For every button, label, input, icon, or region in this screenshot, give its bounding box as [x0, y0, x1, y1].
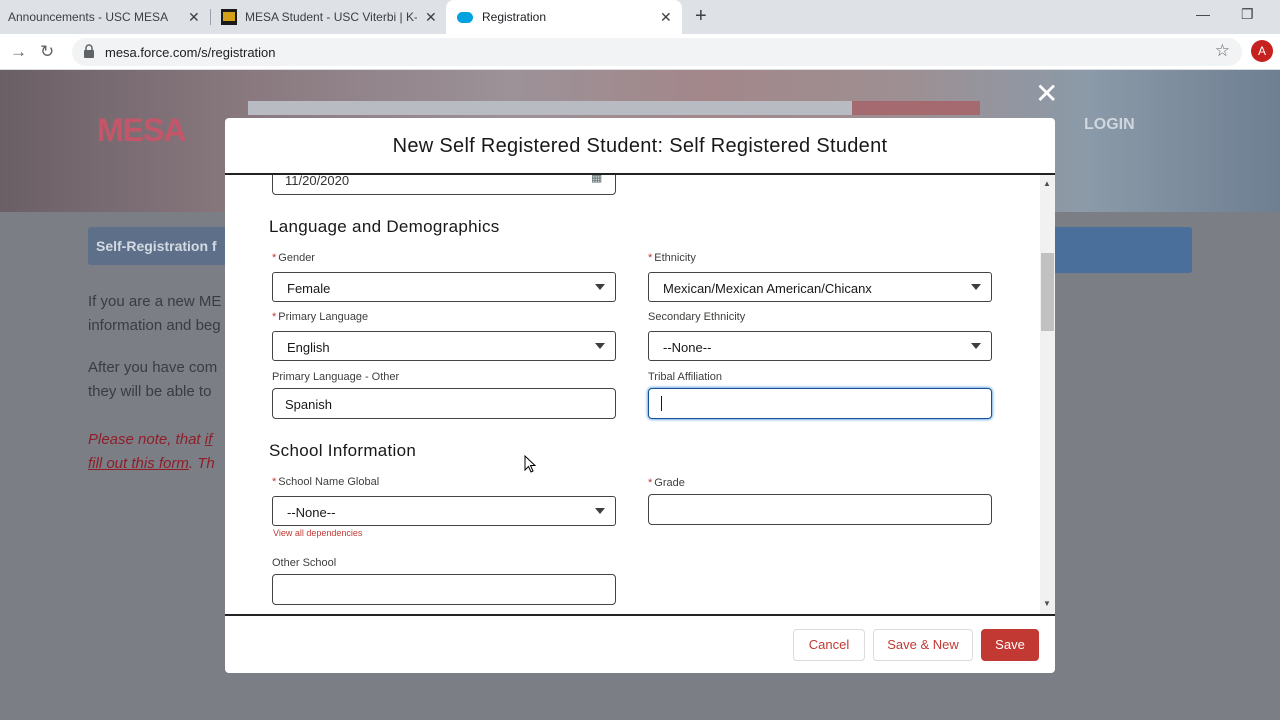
nav-bar: [248, 101, 852, 115]
profile-avatar[interactable]: A: [1251, 40, 1273, 62]
school-name-value: --None--: [287, 505, 336, 520]
save-and-new-button[interactable]: Save & New: [873, 629, 973, 661]
gender-label: * Gender: [272, 252, 315, 264]
modal-footer: Cancel Save & New Save: [225, 614, 1055, 673]
mesa-logo: MESA: [97, 112, 186, 148]
self-registration-button[interactable]: Self-Registration f: [88, 227, 228, 265]
tab-title: MESA Student - USC Viterbi | K-12: [245, 10, 417, 24]
modal-header: New Self Registered Student: Self Regist…: [225, 118, 1055, 175]
chevron-down-icon: [971, 343, 981, 349]
minimize-icon[interactable]: —: [1196, 6, 1210, 22]
section-school-information: School Information: [269, 441, 417, 460]
browser-toolbar: → ↻ mesa.force.com/s/registration ☆ A: [0, 34, 1280, 70]
primary-language-other-input[interactable]: Spanish: [272, 388, 616, 419]
required-mark: *: [648, 477, 653, 489]
chevron-down-icon: [595, 343, 605, 349]
save-button[interactable]: Save: [981, 629, 1039, 661]
chevron-down-icon: [595, 508, 605, 514]
tribal-affiliation-label: Tribal Affiliation: [648, 371, 722, 383]
date-value: 11/20/2020: [285, 175, 350, 188]
note-suffix: . Th: [188, 455, 215, 472]
ethnicity-value: Mexican/Mexican American/Chicanx: [663, 281, 872, 296]
tab-close-icon[interactable]: ✕: [660, 9, 672, 26]
gender-select[interactable]: Female: [272, 272, 616, 302]
tab-close-icon[interactable]: ✕: [425, 9, 437, 26]
note-link-if[interactable]: if: [205, 431, 213, 448]
note-line-2: fill out this form. Th: [88, 452, 215, 476]
new-tab-icon[interactable]: +: [695, 5, 707, 28]
page-action-button[interactable]: [1040, 227, 1192, 273]
school-name-select[interactable]: --None--: [272, 496, 616, 526]
secondary-ethnicity-value: --None--: [663, 340, 712, 355]
calendar-icon[interactable]: ▦: [591, 175, 602, 184]
cancel-button[interactable]: Cancel: [793, 629, 865, 661]
note-line-1: Please note, that if: [88, 428, 212, 452]
scroll-up-arrow-icon[interactable]: ▲: [1043, 179, 1051, 188]
registration-modal: New Self Registered Student: Self Regist…: [225, 118, 1055, 673]
tab-title: Announcements - USC MESA: [8, 10, 169, 24]
tab-title: Registration: [482, 10, 547, 24]
required-mark: *: [272, 476, 277, 488]
modal-body: 11/20/2020 ▦ Language and Demographics *…: [225, 175, 1055, 614]
salesforce-cloud-icon: [457, 11, 473, 23]
primary-language-other-value: Spanish: [285, 397, 332, 412]
tab-bar: Announcements - USC MESA ✕ MESA Student …: [0, 0, 1280, 34]
other-school-input[interactable]: [272, 574, 616, 605]
ethnicity-select[interactable]: Mexican/Mexican American/Chicanx: [648, 272, 992, 302]
gender-value: Female: [287, 281, 331, 296]
after-line-2: they will be able to: [88, 383, 212, 400]
intro-line-1: If you are a new ME: [88, 293, 222, 310]
url-text: mesa.force.com/s/registration: [105, 45, 276, 60]
secondary-ethnicity-label: Secondary Ethnicity: [648, 311, 746, 323]
usc-favicon-icon: [221, 9, 237, 25]
lock-icon: [84, 44, 94, 58]
primary-language-label: * Primary Language: [272, 311, 369, 323]
secondary-ethnicity-select[interactable]: --None--: [648, 331, 992, 361]
grade-input[interactable]: [648, 494, 992, 525]
tab-mesa-student[interactable]: MESA Student - USC Viterbi | K-12 ✕: [211, 0, 445, 34]
reload-icon[interactable]: ↻: [40, 42, 54, 62]
forward-arrow-icon[interactable]: →: [10, 42, 27, 62]
chevron-down-icon: [971, 284, 981, 290]
restore-icon[interactable]: ❐: [1241, 6, 1254, 23]
mouse-pointer-icon: [524, 455, 536, 473]
intro-line-2: information and beg: [88, 317, 221, 334]
section-language-demographics: Language and Demographics: [269, 217, 500, 236]
primary-language-value: English: [287, 340, 330, 355]
grade-label: * Grade: [648, 477, 685, 489]
required-mark: *: [272, 311, 277, 323]
tab-close-icon[interactable]: ✕: [188, 9, 200, 26]
view-dependencies-link[interactable]: View all dependencies: [273, 528, 362, 538]
date-field[interactable]: 11/20/2020 ▦: [272, 175, 616, 195]
tribal-affiliation-input[interactable]: [648, 388, 992, 419]
tab-registration[interactable]: Registration ✕: [446, 0, 682, 34]
primary-language-other-label: Primary Language - Other: [272, 371, 400, 383]
address-bar[interactable]: mesa.force.com/s/registration ☆: [72, 38, 1242, 66]
required-mark: *: [272, 252, 277, 264]
modal-scrollbar[interactable]: [1040, 175, 1055, 614]
nav-bar-accent: [852, 101, 980, 115]
school-name-label: * School Name Global: [272, 476, 380, 488]
other-school-label: Other School: [272, 557, 337, 569]
login-link[interactable]: LOGIN: [1084, 116, 1135, 134]
tab-announcements[interactable]: Announcements - USC MESA ✕: [0, 0, 210, 34]
ethnicity-label: * Ethnicity: [648, 252, 696, 264]
chevron-down-icon: [595, 284, 605, 290]
scroll-down-arrow-icon[interactable]: ▼: [1043, 599, 1051, 608]
note-prefix: Please note, that: [88, 431, 205, 448]
after-line-1: After you have com: [88, 359, 218, 376]
text-cursor: [661, 396, 662, 411]
scrollbar-thumb[interactable]: [1041, 253, 1054, 331]
modal-close-icon[interactable]: ✕: [1035, 80, 1058, 108]
modal-title: New Self Registered Student: Self Regist…: [392, 135, 888, 157]
note-link-form[interactable]: fill out this form: [88, 455, 189, 472]
bookmark-star-icon[interactable]: ☆: [1215, 41, 1230, 61]
primary-language-select[interactable]: English: [272, 331, 616, 361]
required-mark: *: [648, 252, 653, 264]
